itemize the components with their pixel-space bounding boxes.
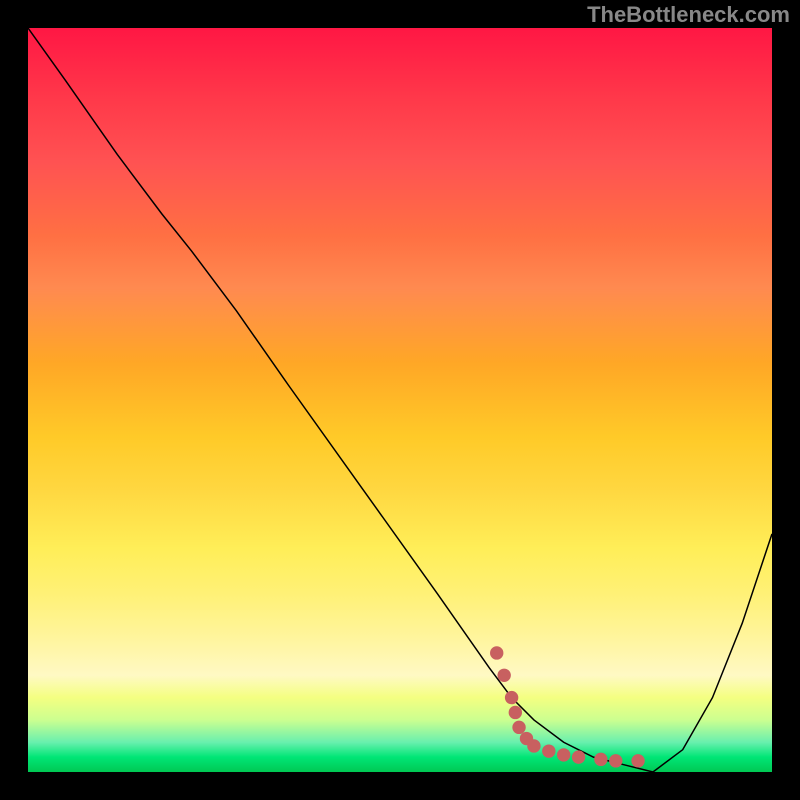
highlight-dots — [28, 28, 772, 772]
chart-plot-area — [28, 28, 772, 772]
watermark-text: TheBottleneck.com — [587, 2, 790, 28]
